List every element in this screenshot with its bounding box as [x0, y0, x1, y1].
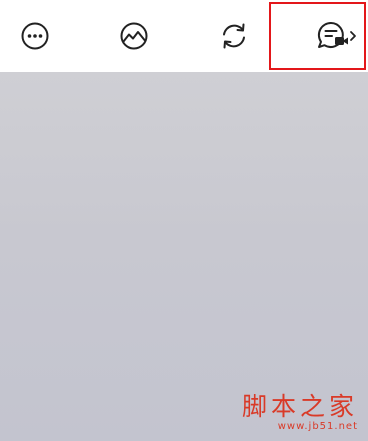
image-gallery-icon: [120, 22, 148, 50]
rotate-camera-button[interactable]: [204, 0, 264, 72]
watermark-brand: 脚本之家: [241, 392, 358, 421]
watermark-url: www.jb51.net: [277, 421, 358, 432]
image-gallery-button[interactable]: [104, 0, 164, 72]
camera-preview[interactable]: 脚本之家 www.jb51.net: [0, 72, 368, 441]
rotate-camera-icon: [223, 23, 245, 49]
message-video-switch-button[interactable]: [269, 2, 366, 70]
more-options-button[interactable]: [5, 0, 65, 72]
watermark: 脚本之家 www.jb51.net: [242, 393, 358, 433]
message-video-switch-icon: [317, 21, 356, 48]
more-options-icon: [21, 22, 49, 50]
top-toolbar: [0, 0, 368, 72]
